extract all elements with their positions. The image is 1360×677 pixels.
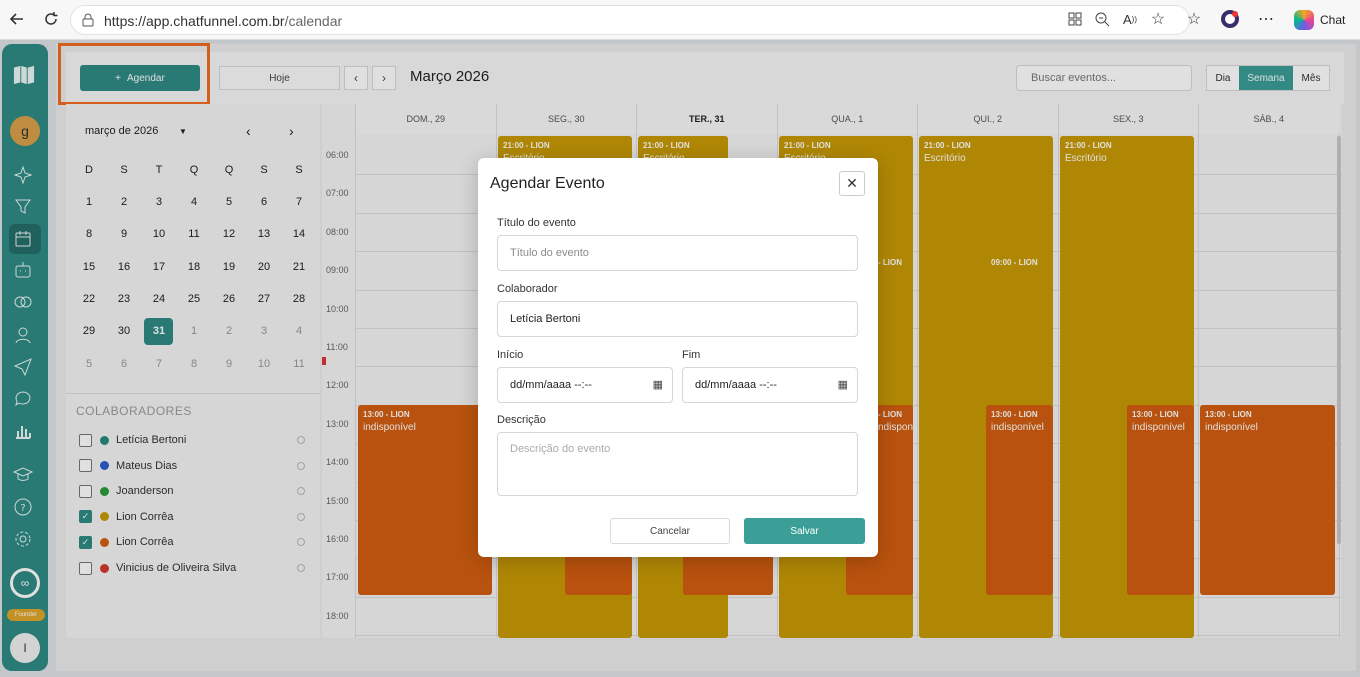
- start-label: Início: [497, 349, 524, 361]
- copilot-chat-button[interactable]: Chat: [1290, 8, 1352, 32]
- favorites-icon[interactable]: ☆: [1183, 8, 1205, 30]
- end-placeholder: dd/mm/aaaa --:--: [695, 379, 777, 391]
- apps-icon[interactable]: [1064, 8, 1086, 30]
- end-label: Fim: [682, 349, 701, 361]
- modal-close-button[interactable]: ✕: [839, 171, 865, 196]
- address-bar[interactable]: https://app.chatfunnel.com.br/calendar: [70, 5, 1190, 35]
- more-icon[interactable]: ⋯: [1255, 8, 1277, 30]
- end-datetime-input[interactable]: dd/mm/aaaa --:-- ▦: [682, 367, 858, 403]
- event-title-input[interactable]: Título do evento: [497, 235, 858, 271]
- back-arrow-icon[interactable]: [6, 8, 28, 30]
- cancel-button[interactable]: Cancelar: [610, 518, 730, 544]
- desc-label: Descrição: [497, 414, 546, 426]
- colab-label: Colaborador: [497, 283, 558, 295]
- url-text: https://app.chatfunnel.com.br/calendar: [104, 13, 343, 29]
- calendar-picker-icon[interactable]: ▦: [838, 378, 848, 391]
- collaborator-select[interactable]: Letícia Bertoni: [497, 301, 858, 337]
- copilot-icon: [1294, 10, 1314, 30]
- close-icon: ✕: [846, 175, 858, 191]
- description-textarea[interactable]: Descrição do evento: [497, 432, 858, 496]
- lock-icon: [82, 13, 94, 30]
- start-placeholder: dd/mm/aaaa --:--: [510, 379, 592, 391]
- title-label: Título do evento: [497, 217, 576, 229]
- start-datetime-input[interactable]: dd/mm/aaaa --:-- ▦: [497, 367, 673, 403]
- favorite-star-icon[interactable]: ☆: [1147, 8, 1169, 30]
- browser-toolbar: https://app.chatfunnel.com.br/calendar A…: [0, 0, 1360, 40]
- save-button[interactable]: Salvar: [744, 518, 865, 544]
- modal-title: Agendar Evento: [490, 175, 605, 192]
- profile-icon[interactable]: [1219, 8, 1241, 30]
- chat-label: Chat: [1320, 13, 1346, 27]
- read-aloud-icon[interactable]: A)): [1119, 8, 1141, 30]
- reload-icon[interactable]: [40, 8, 62, 30]
- calendar-picker-icon[interactable]: ▦: [653, 378, 663, 391]
- zoom-icon[interactable]: [1091, 8, 1113, 30]
